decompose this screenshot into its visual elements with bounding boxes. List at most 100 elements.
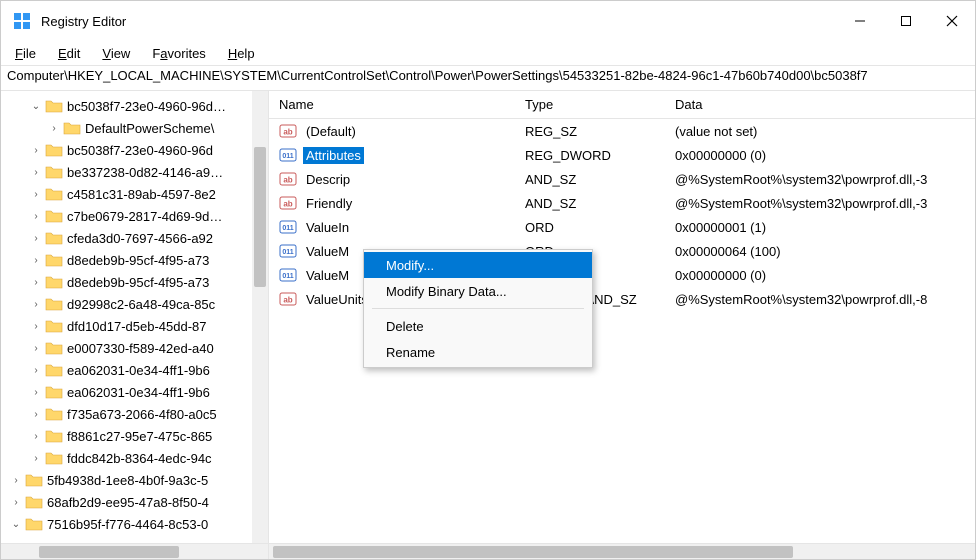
value-row[interactable]: 011AttributesREG_DWORD0x00000000 (0) [269, 143, 975, 167]
tree-item[interactable]: ›d92998c2-6a48-49ca-85c [1, 293, 268, 315]
window-title: Registry Editor [41, 14, 837, 29]
tree-item[interactable]: ›5fb4938d-1ee8-4b0f-9a3c-5 [1, 469, 268, 491]
tree-vertical-scrollbar[interactable] [252, 91, 268, 543]
tree-item-label: bc5038f7-23e0-4960-96d… [67, 99, 226, 114]
chevron-right-icon[interactable]: › [29, 431, 43, 442]
tree-item[interactable]: ›f735a673-2066-4f80-a0c5 [1, 403, 268, 425]
tree-item[interactable]: ›ea062031-0e34-4ff1-9b6 [1, 381, 268, 403]
list-horizontal-scrollbar[interactable] [269, 543, 975, 559]
folder-icon [45, 275, 63, 289]
chevron-right-icon[interactable]: › [29, 255, 43, 266]
svg-text:011: 011 [282, 153, 293, 160]
ctx-modify-binary[interactable]: Modify Binary Data... [364, 278, 592, 304]
folder-icon [25, 473, 43, 487]
titlebar[interactable]: Registry Editor [1, 1, 975, 41]
tree-item-label: dfd10d17-d5eb-45dd-87 [67, 319, 207, 334]
chevron-right-icon[interactable]: › [9, 497, 23, 508]
menu-view[interactable]: View [94, 44, 138, 63]
value-data: @%SystemRoot%\system32\powrprof.dll,-3 [675, 172, 975, 187]
tree-item[interactable]: › d8edeb9b-95cf-4f95-a73 [1, 271, 268, 293]
value-row[interactable]: abDescripAND_SZ@%SystemRoot%\system32\po… [269, 167, 975, 191]
tree-item[interactable]: ›f8861c27-95e7-475c-865 [1, 425, 268, 447]
folder-icon [45, 319, 63, 333]
value-data: 0x00000064 (100) [675, 244, 975, 259]
tree-item-label: fddc842b-8364-4edc-94c [67, 451, 212, 466]
content-area: ⌄ bc5038f7-23e0-4960-96d… ›DefaultPowerSch… [1, 91, 975, 559]
value-name: (Default) [303, 123, 359, 140]
chevron-down-icon[interactable]: ⌄ [9, 519, 23, 530]
chevron-right-icon[interactable]: › [9, 475, 23, 486]
maximize-button[interactable] [883, 1, 929, 41]
minimize-button[interactable] [837, 1, 883, 41]
tree-item[interactable]: ›ea062031-0e34-4ff1-9b6 [1, 359, 268, 381]
chevron-right-icon[interactable]: › [29, 145, 43, 156]
ctx-modify[interactable]: Modify... [364, 252, 592, 278]
ctx-delete[interactable]: Delete [364, 313, 592, 339]
menu-edit[interactable]: Edit [50, 44, 88, 63]
ctx-rename[interactable]: Rename [364, 339, 592, 365]
list-header: Name Type Data [269, 91, 975, 119]
tree-item[interactable]: › dfd10d17-d5eb-45dd-87 [1, 315, 268, 337]
column-name[interactable]: Name [279, 97, 525, 112]
tree-item-label: d8edeb9b-95cf-4f95-a73 [67, 275, 209, 290]
menu-help[interactable]: Help [220, 44, 263, 63]
menu-file[interactable]: File [7, 44, 44, 63]
close-button[interactable] [929, 1, 975, 41]
tree-item[interactable]: ›d8edeb9b-95cf-4f95-a73 [1, 249, 268, 271]
value-row[interactable]: 011ValueInORD0x00000001 (1) [269, 215, 975, 239]
tree-item[interactable]: ⌄ bc5038f7-23e0-4960-96d… [1, 95, 268, 117]
chevron-right-icon[interactable]: › [29, 453, 43, 464]
svg-text:ab: ab [283, 176, 292, 185]
chevron-right-icon[interactable]: › [29, 343, 43, 354]
tree-item[interactable]: › c7be0679-2817-4d69-9d… [1, 205, 268, 227]
value-row[interactable]: ab(Default)REG_SZ(value not set) [269, 119, 975, 143]
tree-item[interactable]: ›cfeda3d0-7697-4566-a92 [1, 227, 268, 249]
tree-item[interactable]: ›bc5038f7-23e0-4960-96d [1, 139, 268, 161]
tree-item[interactable]: ›be337238-0d82-4146-a9… [1, 161, 268, 183]
chevron-right-icon[interactable]: › [29, 233, 43, 244]
tree-item[interactable]: › c4581c31-89ab-4597-8e2 [1, 183, 268, 205]
dword-value-icon: 011 [279, 146, 297, 164]
value-type: AND_SZ [525, 172, 675, 187]
tree-item[interactable]: ›e0007330-f589-42ed-a40 [1, 337, 268, 359]
tree-item-label: c7be0679-2817-4d69-9d… [67, 209, 222, 224]
tree-list[interactable]: ⌄ bc5038f7-23e0-4960-96d… ›DefaultPowerSch… [1, 91, 268, 543]
string-value-icon: ab [279, 194, 297, 212]
value-row[interactable]: abFriendlyAND_SZ@%SystemRoot%\system32\p… [269, 191, 975, 215]
chevron-right-icon[interactable]: › [29, 321, 43, 332]
column-type[interactable]: Type [525, 97, 675, 112]
address-bar[interactable]: Computer\HKEY_LOCAL_MACHINE\SYSTEM\Curre… [1, 65, 975, 91]
chevron-right-icon[interactable]: › [47, 123, 61, 134]
value-name: ValueM [303, 243, 352, 260]
string-value-icon: ab [279, 170, 297, 188]
chevron-down-icon[interactable]: ⌄ [29, 101, 43, 112]
chevron-right-icon[interactable]: › [29, 211, 43, 222]
value-data: @%SystemRoot%\system32\powrprof.dll,-8 [675, 292, 975, 307]
chevron-right-icon[interactable]: › [29, 365, 43, 376]
value-type: AND_SZ [525, 196, 675, 211]
chevron-right-icon[interactable]: › [29, 167, 43, 178]
tree-item[interactable]: ›68afb2d9-ee95-47a8-8f50-4 [1, 491, 268, 513]
chevron-right-icon[interactable]: › [29, 189, 43, 200]
string-value-icon: ab [279, 290, 297, 308]
tree-item-label: c4581c31-89ab-4597-8e2 [67, 187, 216, 202]
column-data[interactable]: Data [675, 97, 975, 112]
folder-icon [45, 297, 63, 311]
svg-text:011: 011 [282, 273, 293, 280]
chevron-right-icon[interactable]: › [29, 277, 43, 288]
folder-icon [45, 209, 63, 223]
chevron-right-icon[interactable]: › [29, 387, 43, 398]
tree-horizontal-scrollbar[interactable] [1, 543, 268, 559]
menubar: File Edit View Favorites Help [1, 41, 975, 65]
chevron-right-icon[interactable]: › [29, 299, 43, 310]
tree-item[interactable]: ⌄7516b95f-f776-4464-8c53-0 [1, 513, 268, 535]
tree-item[interactable]: ›DefaultPowerScheme\ [1, 117, 268, 139]
folder-icon [25, 517, 43, 531]
menu-favorites[interactable]: Favorites [144, 44, 213, 63]
chevron-right-icon[interactable]: › [29, 409, 43, 420]
dword-value-icon: 011 [279, 218, 297, 236]
value-name: Attributes [303, 147, 364, 164]
string-value-icon: ab [279, 122, 297, 140]
folder-icon [45, 231, 63, 245]
tree-item[interactable]: › fddc842b-8364-4edc-94c [1, 447, 268, 469]
